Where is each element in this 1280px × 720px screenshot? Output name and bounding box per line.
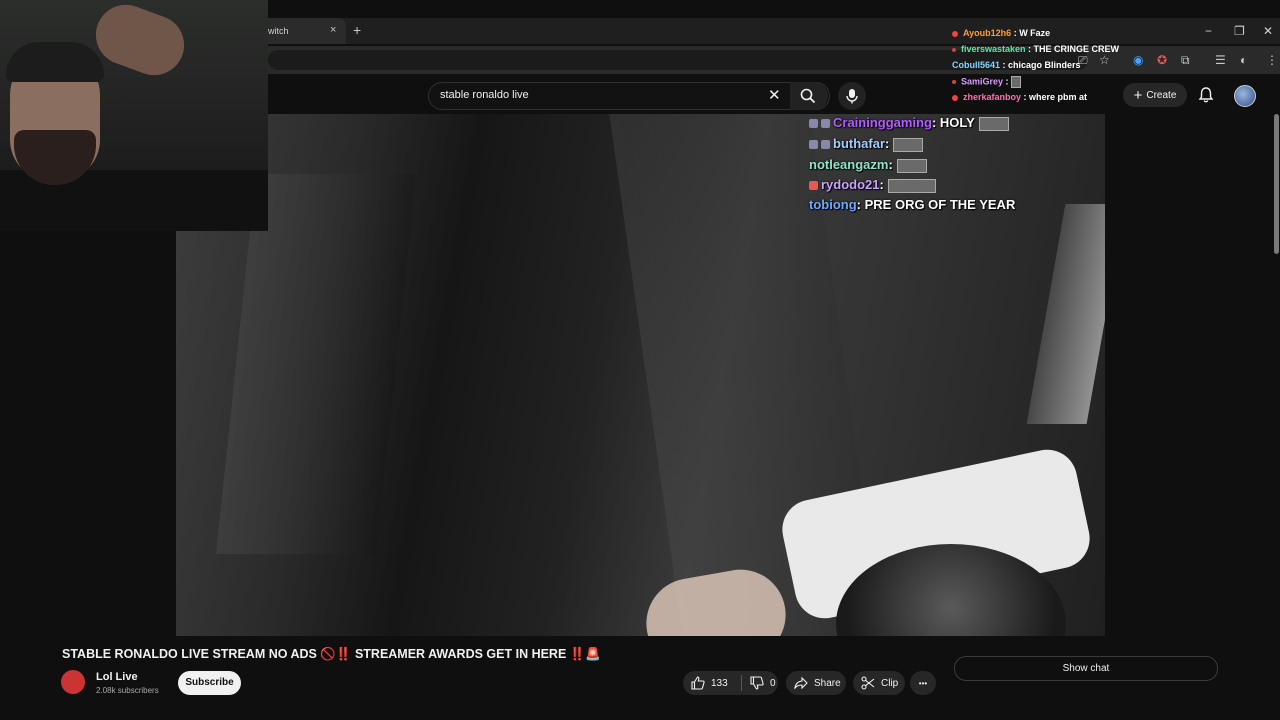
clip-button[interactable]: Clip	[853, 671, 905, 695]
chat-emote-icon	[893, 137, 924, 152]
chat-emote-icon	[1011, 76, 1022, 88]
chat-emote-icon	[896, 158, 927, 173]
search-icon	[800, 88, 816, 104]
share-icon	[794, 677, 808, 689]
video-title: STABLE RONALDO LIVE STREAM NO ADS 🚫‼️ ST…	[62, 647, 601, 661]
chat-emote-icon	[887, 178, 936, 193]
twitch-chat-line: Ayoub12h6 : W Faze	[952, 28, 1050, 38]
twitch-chat-message: W Faze	[1019, 28, 1051, 38]
twitch-chat-line: fiverswastaken : THE CRINGE CREW	[952, 44, 1119, 54]
scissors-icon	[861, 676, 875, 690]
twitch-chat-line: Cobull5641 : chicago Blinders	[952, 60, 1081, 70]
overlay-chat-line: notleangazm:	[809, 157, 927, 173]
twitch-chat-message: THE CRINGE CREW	[1033, 44, 1120, 54]
webcam-hair	[6, 42, 104, 82]
chat-badge-icon	[809, 140, 818, 150]
notifications-bell-icon[interactable]	[1197, 86, 1215, 104]
chat-badge-icon	[952, 80, 956, 84]
overlay-chat-user: rydodo21	[821, 177, 880, 192]
tab-search-icon[interactable]: ☰	[1215, 53, 1226, 67]
chat-emote-icon	[978, 116, 1009, 131]
overlay-chat-message: HOLY	[939, 115, 975, 130]
chat-badge-icon	[809, 181, 818, 191]
twitch-chat-message: chicago Blinders	[1008, 60, 1081, 70]
minimize-icon[interactable]: −	[1205, 24, 1212, 38]
bookmark-star-icon[interactable]: ☆	[1099, 53, 1110, 67]
channel-avatar[interactable]	[61, 670, 85, 694]
twitch-chat-user: zherkafanboy	[963, 92, 1022, 102]
twitch-chat-line: zherkafanboy : where pbm at	[952, 92, 1087, 102]
overlay-chat-message: PRE ORG OF THE YEAR	[864, 197, 1016, 212]
extensions-puzzle-icon[interactable]: ⧉	[1181, 53, 1190, 68]
window-close-icon[interactable]: ✕	[1263, 24, 1273, 38]
search-input[interactable]: stable ronaldo live	[440, 89, 529, 101]
clip-label: Clip	[881, 677, 899, 689]
show-chat-button[interactable]: Show chat	[954, 656, 1218, 681]
overlay-chat-line: Craininggaming: HOLY	[809, 115, 1009, 131]
create-label: Create	[1146, 89, 1177, 101]
channel-name[interactable]: Lol Live	[96, 671, 138, 683]
create-button[interactable]: + Create	[1123, 83, 1187, 107]
overlay-chat-line: tobiong: PRE ORG OF THE YEAR	[809, 197, 1016, 212]
overlay-chat-line: buthafar:	[809, 136, 924, 152]
thumbs-down-icon	[750, 676, 764, 690]
microphone-icon	[846, 89, 858, 104]
twitch-chat-user: Cobull5641	[952, 60, 1001, 70]
thumbs-up-icon	[691, 676, 705, 690]
page-scrollbar[interactable]	[1274, 114, 1279, 254]
close-tab-icon[interactable]: ×	[330, 24, 336, 36]
browser-tab-title[interactable]: witch	[268, 26, 289, 36]
chat-badge-icon	[952, 30, 958, 37]
overlay-chat-user: buthafar	[833, 136, 885, 151]
like-button[interactable]: 133	[683, 676, 741, 690]
chat-badge-icon	[821, 140, 830, 150]
voice-search-button[interactable]	[838, 82, 866, 110]
like-count: 133	[711, 677, 728, 689]
video-player[interactable]	[176, 114, 1105, 636]
chat-badge-icon	[821, 119, 830, 129]
extension-audio-icon[interactable]: ◉	[1133, 53, 1143, 67]
share-button[interactable]: Share	[786, 671, 846, 695]
extension-adblock-icon[interactable]: ✪	[1157, 53, 1167, 67]
new-tab-icon[interactable]: +	[353, 22, 361, 38]
subscriber-count: 2.08k subscribers	[96, 686, 159, 695]
clear-search-icon[interactable]: ✕	[768, 86, 781, 104]
overlay-chat-user: tobiong	[809, 197, 857, 212]
more-actions-button[interactable]: •••	[910, 671, 936, 695]
chat-badge-icon	[952, 94, 958, 101]
overlay-chat-line: rydodo21:	[809, 177, 936, 193]
twitch-chat-message: where pbm at	[1029, 92, 1088, 102]
plus-icon: +	[1133, 86, 1143, 104]
video-frame-fold	[216, 174, 416, 554]
browser-menu-icon[interactable]: ⋮	[1266, 53, 1278, 67]
video-frame-highlight	[1026, 204, 1105, 424]
dislike-count: 0	[770, 677, 776, 689]
share-label: Share	[814, 677, 841, 689]
twitch-chat-line: SamiGrey :	[952, 76, 1022, 88]
like-dislike-group: 133 0	[683, 671, 778, 695]
chat-badge-icon	[952, 47, 956, 52]
restore-icon[interactable]: ❐	[1234, 24, 1245, 38]
webcam-overlay	[0, 0, 268, 231]
search-button[interactable]	[790, 82, 828, 110]
profile-icon[interactable]: ◐	[1240, 53, 1247, 67]
subscribe-button[interactable]: Subscribe	[178, 671, 241, 695]
twitch-chat-user: Ayoub12h6	[963, 28, 1012, 38]
dislike-button[interactable]: 0	[742, 676, 776, 690]
twitch-chat-user: fiverswastaken	[961, 44, 1026, 54]
overlay-chat-user: notleangazm	[809, 157, 889, 172]
chat-badge-icon	[809, 119, 818, 129]
overlay-chat-user: Craininggaming	[833, 115, 932, 130]
account-avatar[interactable]	[1234, 85, 1256, 107]
twitch-chat-user: SamiGrey	[961, 76, 1004, 87]
